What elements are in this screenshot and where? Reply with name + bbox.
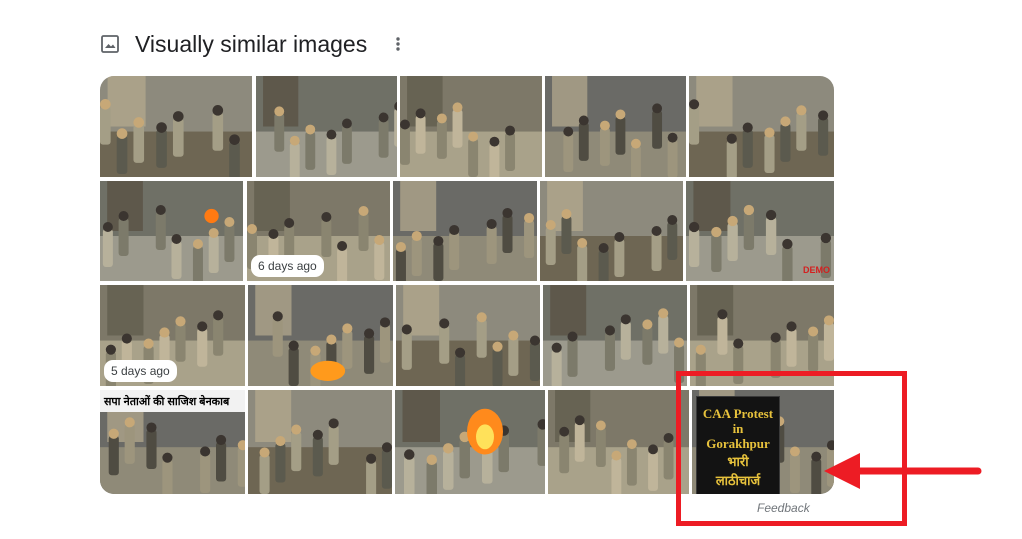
thumbnail-image [400, 76, 542, 177]
thumbnail-image [548, 390, 689, 494]
image-thumbnail[interactable] [248, 285, 393, 386]
thumbnail-image [396, 285, 540, 386]
image-thumbnail[interactable]: 5 days ago [100, 285, 245, 386]
thumbnail-image [395, 390, 545, 494]
thumbnail-image [248, 285, 393, 386]
image-thumbnail[interactable] [548, 390, 689, 494]
image-thumbnail[interactable]: CAA Protest in Gorakhpur भारी लाठीचार्ज [692, 390, 834, 494]
thumbnail-image [100, 76, 252, 177]
image-thumbnail[interactable] [689, 76, 834, 177]
image-thumbnail[interactable] [100, 181, 243, 281]
protest-poster: CAA Protest in Gorakhpur भारी लाठीचार्ज [696, 396, 780, 494]
image-thumbnail[interactable] [543, 285, 687, 386]
image-icon [100, 34, 120, 54]
thumbnail-watermark: DEMO [803, 265, 830, 275]
thumbnail-image [543, 285, 687, 386]
image-thumbnail[interactable] [545, 76, 686, 177]
poster-hindi-line-2: लाठीचार्ज [715, 472, 761, 488]
poster-hindi-line-1: भारी [727, 453, 749, 469]
image-thumbnail[interactable]: 6 days ago [247, 181, 390, 281]
feedback-link[interactable]: Feedback [757, 501, 810, 515]
image-thumbnail[interactable] [540, 181, 683, 281]
image-thumbnail[interactable] [393, 181, 537, 281]
section-title: Visually similar images [135, 30, 368, 57]
image-thumbnail[interactable]: DEMO [686, 181, 834, 281]
thumbnail-image [690, 285, 834, 386]
time-badge: 6 days ago [251, 255, 324, 277]
thumbnail-image [100, 181, 243, 281]
thumbnail-image [256, 76, 397, 177]
image-thumbnail[interactable] [256, 76, 397, 177]
time-badge: 5 days ago [104, 360, 177, 382]
thumbnail-image [248, 390, 392, 494]
thumbnail-image [393, 181, 537, 281]
image-thumbnail[interactable]: सपा नेताओं की साजिश बेनकाब [100, 390, 245, 494]
image-thumbnail[interactable] [690, 285, 834, 386]
image-thumbnail[interactable] [396, 285, 540, 386]
image-thumbnail[interactable] [395, 390, 545, 494]
poster-title: CAA Protest in Gorakhpur [702, 405, 774, 451]
thumbnail-image [545, 76, 686, 177]
thumbnail-caption: सपा नेताओं की साजिश बेनकाब [100, 390, 245, 412]
section-header: Visually similar images [100, 28, 401, 60]
annotation-arrow-icon [824, 453, 982, 489]
image-thumbnail[interactable] [248, 390, 392, 494]
image-thumbnail[interactable] [100, 76, 252, 177]
more-vertical-icon[interactable] [395, 35, 401, 53]
thumbnail-image [540, 181, 683, 281]
thumbnail-image [689, 76, 834, 177]
similar-images-grid: 6 days ago DEMO 5 days ago सपा नेताओं की सा… [100, 76, 834, 494]
image-thumbnail[interactable] [400, 76, 542, 177]
